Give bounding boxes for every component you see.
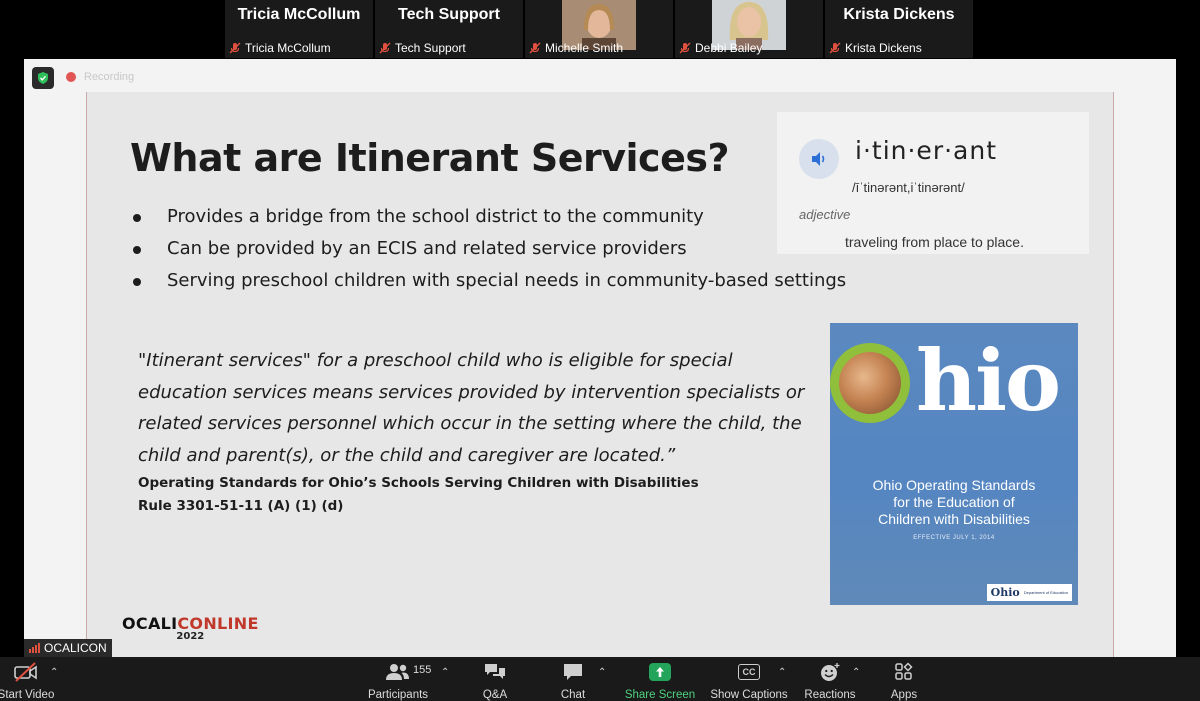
cover-children-photo — [830, 343, 910, 423]
share-screen-icon-wrap — [649, 661, 671, 683]
reactions-options-chevron-icon[interactable]: ⌃ — [852, 667, 860, 678]
ohio-badge-logo: Ohio — [990, 586, 1020, 599]
participant-label-text: Tech Support — [395, 41, 466, 55]
apps-label: Apps — [890, 689, 918, 701]
chat-options-chevron-icon[interactable]: ⌃ — [598, 667, 606, 678]
bullet-item: Provides a bridge from the school distri… — [127, 206, 846, 238]
citation-rule: Rule 3301-51-11 (A) (1) (d) — [138, 498, 344, 514]
participants-label: Participants — [367, 689, 429, 701]
apps-icon — [894, 661, 914, 683]
ohio-standards-cover-image: hio Ohio Operating Standards for the Edu… — [830, 323, 1078, 605]
dictionary-card: i·tin·er·ant /īˈtinərənt,iˈtinərənt/ adj… — [777, 112, 1089, 254]
video-off-icon — [13, 661, 39, 683]
participant-label-text: Debbi Bailey — [695, 41, 763, 55]
pronounce-speaker-icon — [799, 139, 839, 179]
share-screen-icon — [649, 663, 671, 681]
definition-quote: "Itinerant services" for a preschool chi… — [138, 350, 805, 466]
show-captions-label: Show Captions — [710, 689, 788, 701]
quote-citation: Operating Standards for Ohio’s Schools S… — [138, 472, 699, 518]
bullet-item: Can be provided by an ECIS and related s… — [127, 238, 846, 270]
participant-strip: Tricia McCollum Tricia McCollum Tech Sup… — [0, 0, 1200, 58]
captions-options-chevron-icon[interactable]: ⌃ — [778, 667, 786, 678]
ocalicon-brand-logo: OCALICONLINE 2022 — [122, 614, 259, 642]
participant-label: Tricia McCollum — [229, 41, 331, 55]
participant-count: 155 — [413, 664, 432, 676]
cover-title-line: Children with Disabilities — [878, 511, 1030, 527]
participant-tile-michelle[interactable]: Michelle Smith — [525, 0, 673, 58]
recording-indicator: Recording — [66, 71, 134, 83]
cover-title-line: Ohio Operating Standards — [872, 477, 1036, 493]
cover-title: Ohio Operating Standards for the Educati… — [830, 477, 1078, 528]
participant-label: Debbi Bailey — [679, 41, 762, 55]
start-video-label: Start Video — [0, 689, 55, 701]
citation-source: Operating Standards for Ohio’s Schools S… — [138, 475, 699, 491]
mic-muted-icon — [229, 42, 241, 54]
slide-title: What are Itinerant Services? — [130, 136, 730, 180]
reactions-smiley-icon — [819, 661, 841, 683]
share-screen-label: Share Screen — [624, 689, 696, 701]
presentation-slide: What are Itinerant Services? Provides a … — [86, 92, 1114, 657]
ohio-badge-dept: Department of Education — [1023, 590, 1068, 595]
captions-cc-icon: CC — [738, 664, 760, 680]
dictionary-phonetic: /īˈtinərənt,iˈtinərənt/ — [852, 180, 965, 195]
security-shield-icon[interactable] — [32, 67, 54, 89]
dictionary-definition: traveling from place to place. — [845, 234, 1024, 250]
participant-tile-debbi[interactable]: Debbi Bailey — [675, 0, 823, 58]
ohio-dept-badge: Ohio Department of Education — [986, 584, 1072, 601]
participant-label: Krista Dickens — [829, 41, 922, 55]
participant-label-text: Krista Dickens — [845, 41, 922, 55]
mic-muted-icon — [529, 42, 541, 54]
qa-icon — [483, 661, 507, 683]
participants-options-chevron-icon[interactable]: ⌃ — [441, 667, 449, 678]
qa-label: Q&A — [482, 689, 508, 701]
meeting-toolbar: Start Video ⌃ 155 Participants ⌃ Q&A Cha… — [0, 657, 1200, 701]
participants-icon: 155 — [385, 661, 431, 683]
participant-tile-tricia[interactable]: Tricia McCollum Tricia McCollum — [225, 0, 373, 58]
presenter-name: OCALICON — [44, 641, 107, 655]
dictionary-word: i·tin·er·ant — [855, 136, 998, 165]
participants-button[interactable]: 155 Participants — [362, 661, 434, 701]
cover-logo-text: hio — [916, 331, 1061, 430]
qa-button[interactable]: Q&A — [470, 661, 520, 701]
mic-muted-icon — [829, 42, 841, 54]
recording-label: Recording — [84, 71, 135, 83]
mic-muted-icon — [379, 42, 391, 54]
participant-tile-tech-support[interactable]: Tech Support Tech Support — [375, 0, 523, 58]
participant-label: Tech Support — [379, 41, 466, 55]
bullet-item: Serving preschool children with special … — [127, 270, 846, 302]
participant-label: Michelle Smith — [529, 41, 623, 55]
captions-icon-wrap: CC — [738, 661, 760, 683]
share-screen-button[interactable]: Share Screen — [624, 661, 696, 701]
chat-button[interactable]: Chat — [548, 661, 598, 701]
reactions-button[interactable]: Reactions — [800, 661, 860, 701]
participant-name: Krista Dickens — [843, 6, 955, 23]
participant-label-text: Michelle Smith — [545, 41, 624, 55]
signal-bars-icon — [29, 643, 40, 653]
presenter-name-tag: OCALICON — [24, 639, 112, 657]
video-options-chevron-icon[interactable]: ⌃ — [50, 667, 58, 678]
participant-label-text: Tricia McCollum — [245, 41, 331, 55]
chat-icon — [562, 661, 584, 683]
cover-title-line: for the Education of — [893, 494, 1015, 510]
reactions-label: Reactions — [804, 689, 856, 701]
brand-name-prefix: OCALI — [122, 614, 178, 633]
apps-button[interactable]: Apps — [880, 661, 928, 701]
participant-name: Tricia McCollum — [237, 6, 361, 23]
mic-muted-icon — [679, 42, 691, 54]
dictionary-part-of-speech: adjective — [799, 207, 851, 222]
chat-label: Chat — [560, 689, 586, 701]
shield-icon — [38, 72, 48, 84]
slide-bullets: Provides a bridge from the school distri… — [127, 206, 846, 302]
recording-dot-icon — [66, 72, 76, 82]
shared-screen: Recording What are Itinerant Services? P… — [24, 59, 1176, 657]
participant-name: Tech Support — [398, 6, 500, 23]
participant-tile-krista[interactable]: Krista Dickens Krista Dickens — [825, 0, 973, 58]
cover-effective-date: EFFECTIVE JULY 1, 2014 — [913, 535, 995, 541]
